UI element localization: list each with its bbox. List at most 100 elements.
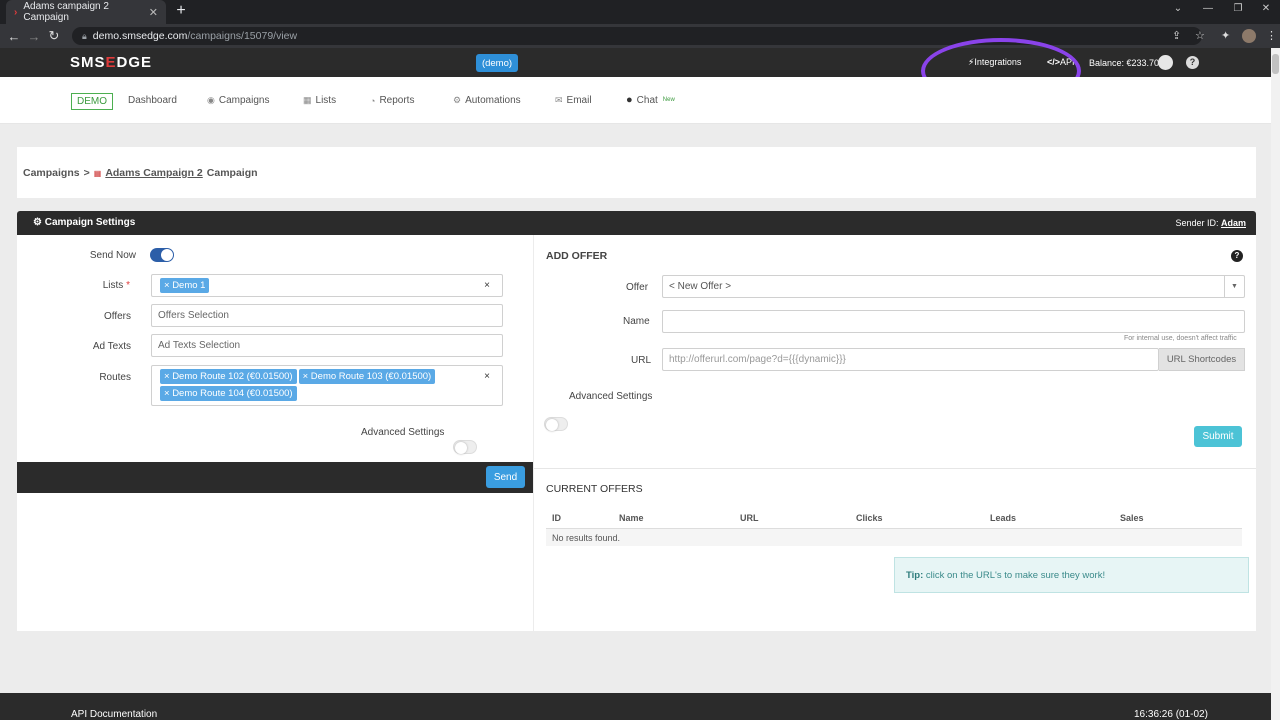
divider: [534, 468, 1256, 469]
name-label: Name: [623, 316, 650, 327]
lists-select[interactable]: × Demo 1 ×: [151, 274, 503, 297]
smsedge-logo[interactable]: SMSEDGE: [70, 54, 152, 71]
settings-title: Campaign Settings: [44, 217, 136, 228]
col-url[interactable]: URL: [740, 513, 759, 523]
tab-close-icon[interactable]: ✕: [149, 6, 158, 19]
browser-tabstrip: [0, 0, 1280, 24]
col-id[interactable]: ID: [552, 513, 561, 523]
profile-avatar[interactable]: [1242, 29, 1256, 43]
back-icon[interactable]: ←: [4, 29, 24, 44]
forward-icon[interactable]: →: [24, 29, 44, 44]
bookmark-star-icon[interactable]: ☆: [1195, 29, 1205, 42]
offers-label: Offers: [103, 311, 131, 322]
left-blank-area: [17, 493, 533, 631]
offer-label: Offer: [626, 282, 649, 293]
breadcrumb: Campaigns > ▦ Adams Campaign 2 Campaign: [23, 167, 258, 179]
breadcrumb-campaigns[interactable]: Campaigns: [23, 167, 80, 179]
new-tab-button[interactable]: +: [172, 2, 190, 20]
advanced-settings-label: Advanced Settings: [361, 427, 445, 438]
page-footer: API Documentation 16:36:26 (01-02): [0, 693, 1280, 720]
nav-dashboard[interactable]: Dashboard: [128, 95, 177, 106]
tab-favicon-icon: ›: [14, 6, 18, 18]
offer-advanced-label: Advanced Settings: [569, 391, 653, 402]
nav-reports[interactable]: ◔ Reports: [370, 95, 414, 106]
help-icon[interactable]: ?: [1231, 250, 1243, 262]
nav-chat[interactable]: ● Chat New: [626, 94, 675, 106]
chat-icon: ●: [626, 94, 633, 106]
submit-button[interactable]: Submit: [1194, 426, 1242, 447]
tab-title: Adams campaign 2 Campaign: [23, 1, 109, 23]
url-label: URL: [631, 355, 652, 366]
browser-menu-icon[interactable]: ⋮: [1266, 29, 1277, 42]
sender-label: Sender ID:: [1175, 218, 1219, 228]
offers-select[interactable]: Offers Selection: [151, 304, 503, 327]
uk-flag-icon: ▦: [93, 168, 102, 178]
add-offer-title: ADD OFFER: [546, 250, 608, 262]
campaigns-icon: ◉: [207, 95, 215, 105]
lock-icon: 🔒︎: [82, 30, 87, 41]
adtexts-select[interactable]: Ad Texts Selection: [151, 334, 503, 357]
offer-advanced-toggle[interactable]: [544, 417, 568, 431]
offer-select[interactable]: < New Offer > ▼: [662, 275, 1245, 298]
reload-icon[interactable]: ↻: [44, 28, 64, 44]
browser-tab[interactable]: › Adams campaign 2 Campaign ✕: [6, 0, 166, 24]
url-path: /campaigns/15079/view: [187, 30, 298, 42]
name-hint: For internal use, doesn't affect traffic: [1124, 335, 1237, 342]
breadcrumb-campaign-link[interactable]: Adams Campaign 2: [105, 167, 202, 179]
sender-id-link[interactable]: Adam: [1221, 218, 1246, 228]
route-chip[interactable]: × Demo Route 102 (€0.01500): [160, 369, 297, 384]
send-button[interactable]: Send: [486, 466, 525, 488]
automations-icon: ⚙: [453, 95, 462, 105]
url-shortcodes-button[interactable]: URL Shortcodes: [1159, 348, 1245, 371]
maximize-icon[interactable]: ❐: [1228, 3, 1248, 14]
page-scrollbar[interactable]: [1271, 48, 1280, 720]
table-row: [546, 528, 1242, 546]
url-domain: demo.smsedge.com: [92, 30, 188, 42]
advanced-settings-toggle[interactable]: [453, 440, 477, 454]
help-icon[interactable]: ?: [1186, 56, 1199, 69]
gear-icon: ⚙: [33, 217, 45, 228]
chevron-down-icon: ▼: [1224, 276, 1244, 297]
reports-icon: ◔: [370, 95, 376, 106]
current-offers-title: CURRENT OFFERS: [546, 483, 643, 495]
col-name[interactable]: Name: [619, 513, 644, 523]
offer-select-value: < New Offer >: [669, 281, 732, 292]
user-avatar[interactable]: [1158, 55, 1173, 70]
route-chip[interactable]: × Demo Route 104 (€0.01500): [160, 386, 297, 401]
breadcrumb-suffix: Campaign: [206, 167, 258, 179]
url-input[interactable]: http://offerurl.com/page?d={{{dynamic}}}: [662, 348, 1159, 371]
share-icon[interactable]: ⇪: [1172, 29, 1181, 42]
minimize-icon[interactable]: —: [1198, 3, 1218, 14]
route-chip[interactable]: × Demo Route 103 (€0.01500): [298, 369, 436, 384]
demo-badge[interactable]: (demo): [476, 54, 518, 72]
tip-alert: Tip: click on the URL's to make sure the…: [894, 557, 1249, 593]
name-input[interactable]: [662, 310, 1245, 333]
col-leads[interactable]: Leads: [990, 513, 1016, 523]
clear-routes-icon[interactable]: ×: [484, 371, 490, 382]
app-header: [0, 48, 1280, 77]
routes-select[interactable]: × Demo Route 102 (€0.01500) × Demo Route …: [151, 365, 503, 406]
new-badge: New: [662, 97, 675, 103]
extensions-icon[interactable]: ✦: [1221, 29, 1230, 42]
nav-automations[interactable]: ⚙ Automations: [453, 95, 521, 106]
footer-clock: 16:36:26 (01-02): [1134, 709, 1208, 720]
send-now-toggle[interactable]: [150, 248, 174, 262]
demo-tag: DEMO: [71, 93, 113, 110]
window-close-icon[interactable]: ✕: [1256, 3, 1276, 14]
nav-campaigns[interactable]: ◉ Campaigns: [207, 95, 269, 106]
send-now-label: Send Now: [89, 250, 136, 261]
balance-display: Balance: €233.70: [1089, 58, 1160, 68]
adtexts-label: Ad Texts: [92, 341, 131, 352]
settings-footer: [17, 462, 533, 493]
col-sales[interactable]: Sales: [1120, 513, 1144, 523]
clear-lists-icon[interactable]: ×: [484, 280, 490, 291]
nav-lists[interactable]: ▦ Lists: [303, 95, 336, 106]
api-documentation-link[interactable]: API Documentation: [71, 709, 157, 720]
tab-search-icon[interactable]: ⌄: [1168, 3, 1188, 14]
list-chip[interactable]: × Demo 1: [160, 278, 210, 293]
campaign-settings-header: ⚙ Campaign Settings Sender ID: Adam: [17, 211, 1256, 235]
col-clicks[interactable]: Clicks: [856, 513, 883, 523]
lists-label: Lists *: [102, 280, 130, 291]
nav-email[interactable]: ✉ Email: [555, 95, 592, 106]
browser-toolbar: ← → ↻ 🔒︎ demo.smsedge.com/campaigns/1507…: [0, 24, 1280, 48]
